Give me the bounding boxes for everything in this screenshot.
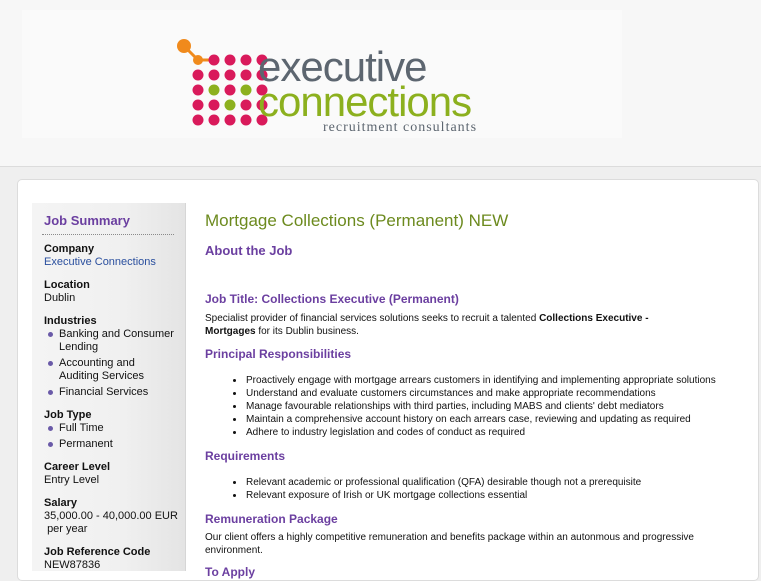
list-item: Adhere to industry legislation and codes…: [205, 426, 716, 439]
list-item: Proactively engage with mortgage arrears…: [205, 374, 716, 387]
job-ref-label: Job Reference Code: [44, 546, 151, 558]
list-item: Manage favourable relationships with thi…: [205, 400, 716, 413]
location-label: Location: [44, 279, 90, 291]
salary-label: Salary: [44, 497, 78, 509]
bullet-icon: [48, 361, 53, 366]
list-item: Relevant exposure of Irish or UK mortgag…: [205, 489, 641, 502]
job-ref-value: NEW87836: [44, 559, 101, 571]
remuneration-paragraph: Our client offers a highly competitive r…: [205, 532, 694, 556]
job-type-label: Job Type: [44, 409, 92, 421]
company-link[interactable]: Executive Connections: [44, 256, 156, 269]
career-level-value: Entry Level: [44, 474, 100, 486]
job-summary-title: Job Summary: [44, 213, 130, 228]
logo-tagline: recruitment consultants: [323, 120, 478, 135]
job-type-item: Full Time: [59, 422, 104, 434]
list-item: Understand and evaluate customers circum…: [205, 387, 716, 400]
logo-wordmark-connections: connections: [258, 78, 472, 125]
apply-heading: To Apply: [205, 565, 255, 579]
bullet-icon: [48, 390, 53, 395]
salary-value: 35,000.00 - 40,000.00 EUR per year: [44, 510, 178, 535]
about-heading: About the Job: [205, 243, 293, 258]
job-type-item: Permanent: [59, 438, 113, 450]
industry-item: Banking and Consumer Lending: [59, 328, 174, 353]
job-title-heading: Job Title: Collections Executive (Perman…: [205, 292, 459, 306]
company-label: Company: [44, 243, 95, 255]
responsibilities-heading: Principal Responsibilities: [205, 347, 352, 361]
page-title: Mortgage Collections (Permanent) NEW: [205, 211, 509, 230]
list-item: Maintain a comprehensive account history…: [205, 413, 716, 426]
industries-label: Industries: [44, 315, 97, 327]
sidebar-divider: [42, 234, 174, 235]
remuneration-heading: Remuneration Package: [205, 512, 338, 526]
bullet-icon: [48, 332, 53, 337]
industry-item: Financial Services: [59, 386, 149, 398]
job-summary-sidebar: Job Summary Company Executive Connection…: [32, 203, 186, 571]
requirements-heading: Requirements: [205, 449, 286, 463]
logo-dots-icon: [177, 39, 268, 126]
bullet-icon: [48, 442, 53, 447]
career-level-label: Career Level: [44, 461, 111, 473]
bullet-icon: [48, 426, 53, 431]
requirements-list: Relevant academic or professional qualif…: [205, 476, 641, 502]
location-value: Dublin: [44, 292, 76, 304]
site-header: executive connections recruitment consul…: [0, 0, 761, 167]
industry-item: Accounting and Auditing Services: [59, 357, 144, 382]
responsibilities-list: Proactively engage with mortgage arrears…: [205, 374, 716, 439]
intro-paragraph: Specialist provider of financial service…: [205, 313, 649, 337]
list-item: Relevant academic or professional qualif…: [205, 476, 641, 489]
